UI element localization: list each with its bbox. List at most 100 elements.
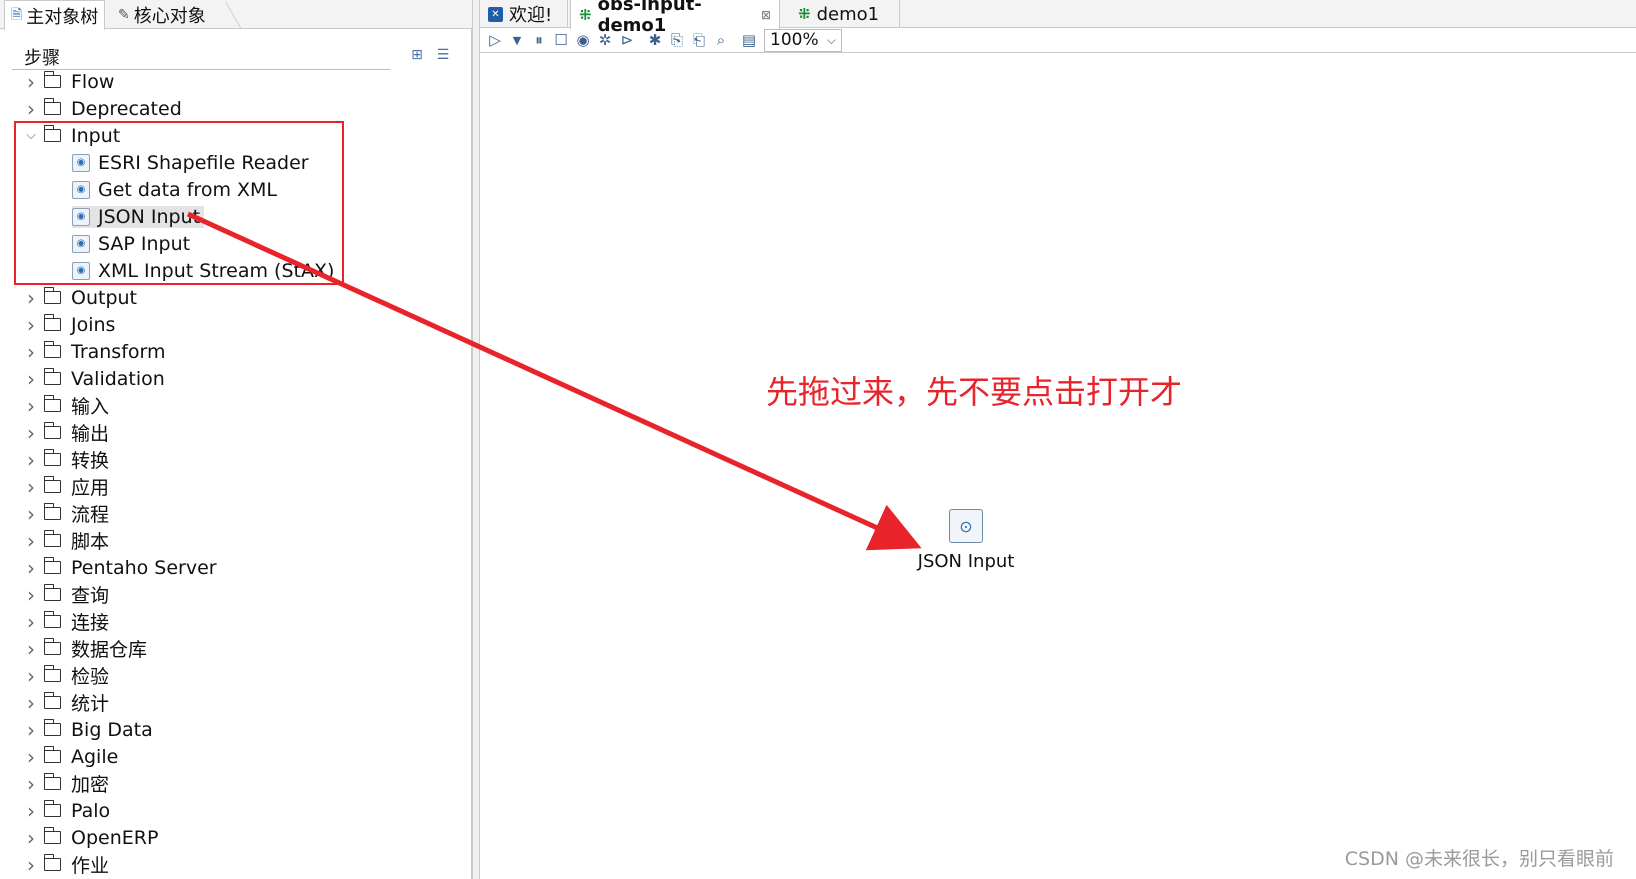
debug-icon[interactable]: ✲ xyxy=(594,29,616,51)
chevron-right-icon[interactable]: › xyxy=(18,313,44,337)
folder-icon xyxy=(43,584,61,601)
tree-step-item[interactable]: ◉ Get data from XML xyxy=(18,176,466,203)
transformation-icon: ⁜ xyxy=(798,5,811,23)
tree-category[interactable]: › Joins xyxy=(18,311,466,338)
chevron-right-icon[interactable]: › xyxy=(18,286,44,310)
collapse-all-icon[interactable]: ⊞ xyxy=(406,44,428,66)
tree-category[interactable]: › Big Data xyxy=(18,716,466,743)
tree-category[interactable]: › Pentaho Server xyxy=(18,554,466,581)
tree-category[interactable]: › 输入 xyxy=(18,392,466,419)
tree-category[interactable]: › 输出 xyxy=(18,419,466,446)
replay-icon[interactable]: ⊳ xyxy=(616,29,638,51)
tab-label: 欢迎! xyxy=(509,5,553,26)
tree-category[interactable]: › 查询 xyxy=(18,581,466,608)
tree-category[interactable]: › 统计 xyxy=(18,689,466,716)
chevron-right-icon[interactable]: › xyxy=(18,502,44,526)
tree-step-item[interactable]: ◉ SAP Input xyxy=(18,230,466,257)
tree-category[interactable]: › Deprecated xyxy=(18,95,466,122)
json-input-step[interactable]: ⊙ JSON Input xyxy=(886,509,1046,572)
impact-icon[interactable]: ⎘ xyxy=(666,29,688,51)
folder-icon xyxy=(43,395,61,412)
panel-splitter[interactable] xyxy=(472,0,480,879)
chevron-right-icon[interactable]: › xyxy=(18,772,44,796)
tree-category-label: Input xyxy=(71,124,121,147)
chevron-right-icon[interactable]: › xyxy=(18,394,44,418)
tree-category[interactable]: › 应用 xyxy=(18,473,466,500)
preview-icon[interactable]: ◉ xyxy=(572,29,594,51)
tree-category[interactable]: › Output xyxy=(18,284,466,311)
zoom-select[interactable]: 100% ⌵ xyxy=(764,28,842,52)
chevron-right-icon[interactable]: › xyxy=(18,610,44,634)
stop-icon[interactable]: ☐ xyxy=(550,29,572,51)
tree-category[interactable]: › 检验 xyxy=(18,662,466,689)
folder-icon xyxy=(43,854,61,871)
tree-category[interactable]: › 流程 xyxy=(18,500,466,527)
editor-area: ✕ 欢迎! ⁜ obs-input-demo1 ⊠ ⁜ demo1 ▷ ▼ ⏸ … xyxy=(480,0,1636,879)
expand-all-icon[interactable]: ☰ xyxy=(432,44,454,66)
chevron-right-icon[interactable]: › xyxy=(18,826,44,850)
tree-step-item[interactable]: ◉ XML Input Stream (StAX) xyxy=(18,257,466,284)
chevron-right-icon[interactable]: › xyxy=(18,529,44,553)
run-options-dropdown-icon[interactable]: ▼ xyxy=(506,29,528,51)
chevron-right-icon[interactable]: › xyxy=(18,475,44,499)
chevron-right-icon[interactable]: › xyxy=(18,70,44,94)
tree-category[interactable]: › 数据仓库 xyxy=(18,635,466,662)
tree-step-label: ESRI Shapefile Reader xyxy=(98,151,309,174)
sql-icon[interactable]: ⎗ xyxy=(688,29,710,51)
tree-category-label: Agile xyxy=(71,745,119,768)
chevron-right-icon[interactable]: › xyxy=(18,718,44,742)
chevron-right-icon[interactable]: › xyxy=(18,799,44,823)
tab-welcome[interactable]: ✕ 欢迎! xyxy=(480,0,568,28)
tree-category-label: OpenERP xyxy=(71,826,159,849)
tree-category[interactable]: › 加密 xyxy=(18,770,466,797)
explore-db-icon[interactable]: ⌕ xyxy=(710,29,732,51)
chevron-right-icon[interactable]: › xyxy=(18,340,44,364)
folder-icon xyxy=(43,125,61,142)
tab-core-objects[interactable]: ✎ 核心对象 xyxy=(112,0,212,29)
chevron-right-icon[interactable]: › xyxy=(18,745,44,769)
chevron-right-icon[interactable]: › xyxy=(18,637,44,661)
chevron-right-icon[interactable]: › xyxy=(18,583,44,607)
tree-category[interactable]: › OpenERP xyxy=(18,824,466,851)
tree-category[interactable]: › Transform xyxy=(18,338,466,365)
chevron-down-icon[interactable]: ⌵ xyxy=(18,128,44,143)
tree-category-label: Transform xyxy=(71,340,166,363)
tree-category[interactable]: › Validation xyxy=(18,365,466,392)
chevron-right-icon[interactable]: › xyxy=(18,448,44,472)
verify-icon[interactable]: ✱ xyxy=(644,29,666,51)
tree-step-item[interactable]: ◉ ESRI Shapefile Reader xyxy=(18,149,466,176)
tree-category[interactable]: ⌵ Input xyxy=(18,122,466,149)
chevron-right-icon[interactable]: › xyxy=(18,367,44,391)
tab-label: 核心对象 xyxy=(133,5,206,27)
tree-category[interactable]: › 转换 xyxy=(18,446,466,473)
chevron-right-icon[interactable]: › xyxy=(18,556,44,580)
tree-category[interactable]: › Agile xyxy=(18,743,466,770)
chevron-right-icon[interactable]: › xyxy=(18,664,44,688)
chevron-right-icon[interactable]: › xyxy=(18,421,44,445)
tree-category-label: 转换 xyxy=(71,450,110,472)
chevron-right-icon[interactable]: › xyxy=(18,691,44,715)
tab-demo1[interactable]: ⁜ demo1 xyxy=(790,0,900,28)
tree-category[interactable]: › 作业 xyxy=(18,851,466,878)
folder-icon xyxy=(43,800,61,817)
tab-obs-input-demo1[interactable]: ⁜ obs-input-demo1 ⊠ xyxy=(570,0,780,36)
tree-category[interactable]: › 脚本 xyxy=(18,527,466,554)
folder-icon xyxy=(43,719,61,736)
folder-icon xyxy=(43,638,61,655)
transformation-canvas[interactable]: 先拖过来，先不要点击打开才 ⊙ JSON Input CSDN @未来很长，别只… xyxy=(480,53,1636,879)
show-results-icon[interactable]: ▤ xyxy=(738,29,760,51)
folder-icon xyxy=(43,287,61,304)
tree-step-item[interactable]: ◉ JSON Input xyxy=(18,203,466,230)
pause-icon[interactable]: ⏸ xyxy=(528,29,550,51)
run-icon[interactable]: ▷ xyxy=(484,29,506,51)
tree-category[interactable]: › 连接 xyxy=(18,608,466,635)
chevron-right-icon[interactable]: › xyxy=(18,97,44,121)
chevron-right-icon[interactable]: › xyxy=(18,853,44,877)
tree-category-label: 流程 xyxy=(71,504,110,526)
tree-category[interactable]: › Palo xyxy=(18,797,466,824)
tab-main-object-tree[interactable]: 🗎 主对象树 xyxy=(4,0,106,30)
tree-category[interactable]: › Flow xyxy=(18,68,466,95)
tree-category-label: 数据仓库 xyxy=(71,639,148,661)
step-search-input[interactable] xyxy=(12,40,390,70)
close-icon[interactable]: ⊠ xyxy=(761,8,771,22)
